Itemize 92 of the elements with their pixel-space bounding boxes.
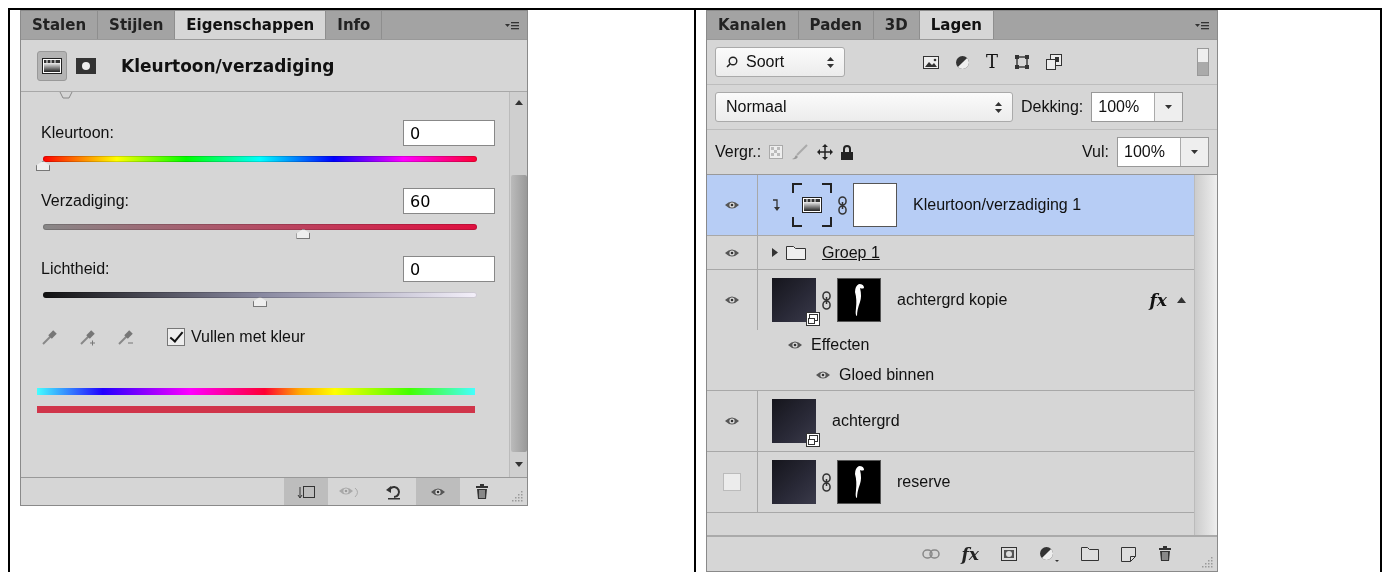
value-field[interactable]: 60	[403, 188, 495, 214]
spinner-arrows-icon	[995, 101, 1002, 113]
eyedropper-icon[interactable]	[41, 328, 59, 346]
new-layer-icon[interactable]	[1121, 546, 1136, 562]
slider-thumb[interactable]	[296, 229, 311, 239]
caret-down-icon	[1165, 105, 1173, 109]
visibility-eye-icon[interactable]	[724, 294, 740, 306]
type-filter-icon[interactable]: T	[986, 53, 998, 71]
scrollbar[interactable]	[509, 92, 527, 477]
new-adjustment-icon[interactable]	[1039, 546, 1059, 562]
slider-label: Lichtheid:	[41, 260, 110, 278]
visibility-eye-icon[interactable]	[724, 415, 740, 427]
link-icon	[822, 472, 831, 492]
effect-eye-icon[interactable]	[815, 369, 831, 381]
fill-value: 100%	[1123, 142, 1166, 162]
slider-thumb[interactable]	[253, 297, 267, 307]
add-mask-icon[interactable]	[1001, 547, 1017, 561]
scrollbar-thumb[interactable]	[510, 175, 527, 452]
fill-field[interactable]: 100%	[1117, 137, 1209, 167]
image-filter-icon[interactable]	[923, 55, 939, 69]
reset-icon	[385, 483, 403, 500]
layer-name: reserve	[897, 473, 951, 491]
panel-title: Kleurtoon/verzadiging	[121, 55, 335, 76]
smart-object-filter-icon[interactable]	[1046, 54, 1062, 70]
value-field[interactable]: 0	[403, 120, 495, 146]
layer-name: Groep 1	[822, 243, 880, 262]
layer-row[interactable]: Kleurtoon/verzadiging 1	[707, 175, 1194, 236]
scroll-down-icon[interactable]	[514, 462, 523, 467]
lock-icon[interactable]	[841, 144, 854, 160]
link-icon	[822, 290, 831, 310]
scrollbar[interactable]	[1194, 175, 1217, 535]
slider-thumb[interactable]	[36, 161, 50, 171]
effects-eye-icon[interactable]	[787, 339, 803, 351]
trash-icon	[475, 483, 489, 500]
slider-thumb-icon	[59, 92, 73, 100]
add-style-button[interactable]: fx	[961, 544, 979, 564]
blend-mode-dropdown[interactable]: Normaal	[715, 92, 1013, 122]
panel-tab[interactable]: Eigenschappen	[175, 11, 327, 39]
new-group-folder-icon[interactable]	[1081, 547, 1099, 561]
dropdown-value: Soort	[746, 53, 786, 71]
move-icon[interactable]	[817, 144, 834, 160]
trash-icon[interactable]	[1158, 546, 1172, 562]
effect-name: Gloed binnen	[839, 366, 935, 384]
panel-menu-icon[interactable]	[505, 20, 519, 30]
opacity-value: 100%	[1097, 97, 1141, 117]
layer-name: achtergrd kopie	[897, 291, 1008, 309]
eyedropper-plus-icon[interactable]	[79, 328, 97, 346]
adjustment-filter-icon[interactable]	[955, 54, 970, 70]
slider-label: Kleurtoon:	[41, 124, 114, 142]
visibility-eye-icon[interactable]	[724, 199, 740, 211]
search-icon	[726, 56, 738, 68]
effects-label: Effecten	[811, 336, 870, 354]
shape-filter-icon[interactable]	[1014, 54, 1030, 70]
opacity-label: Dekking:	[1021, 98, 1084, 116]
checkbox-label: Vullen met kleur	[191, 328, 306, 346]
layer-row[interactable]: achtergrd kopie fx Effecten Gloed binnen	[707, 270, 1194, 391]
visibility-toggle[interactable]	[723, 473, 741, 491]
dropdown-value: Normaal	[726, 98, 788, 116]
resize-grip-icon	[1202, 557, 1213, 568]
value-field[interactable]: 0	[403, 256, 495, 282]
filter-dropdown[interactable]: Soort	[715, 47, 845, 77]
layer-row[interactable]: achtergrd	[707, 391, 1194, 452]
collapsed-triangle-icon[interactable]	[772, 248, 778, 257]
link-icon	[838, 195, 847, 215]
adjustment-icon	[42, 57, 62, 74]
adjustment-mode-button[interactable]	[37, 50, 67, 81]
scroll-up-icon[interactable]	[514, 100, 523, 105]
spinner-arrows-icon	[827, 56, 834, 68]
filter-toggle[interactable]	[1197, 48, 1209, 76]
panel-tab[interactable]: Lagen	[919, 11, 995, 39]
photo-placeholder	[772, 460, 816, 504]
clip-to-layer-button[interactable]	[284, 478, 328, 505]
colorize-checkbox[interactable]: Vullen met kleur	[167, 328, 306, 346]
fill-label: Vul:	[1082, 143, 1109, 161]
slider-label: Verzadiging:	[41, 192, 130, 210]
layer-row[interactable]: reserve	[707, 452, 1194, 513]
collapse-caret-icon[interactable]	[1177, 297, 1186, 303]
layer-name: achtergrd	[832, 412, 900, 430]
resize-grip-icon	[512, 491, 523, 502]
fx-label: fx	[1149, 290, 1167, 310]
lock-label: Vergr.:	[715, 143, 762, 161]
checkbox[interactable]	[167, 328, 185, 346]
caret-down-icon	[1191, 150, 1198, 154]
panel-menu-icon[interactable]	[1195, 20, 1209, 30]
layer-name: Kleurtoon/verzadiging 1	[913, 196, 1082, 214]
opacity-field[interactable]: 100%	[1091, 92, 1184, 122]
mask-icon	[76, 57, 96, 74]
adjustment-icon	[802, 197, 822, 213]
layer-row[interactable]: Groep 1	[707, 236, 1194, 270]
clip-icon	[297, 483, 315, 500]
eyedropper-minus-icon[interactable]	[117, 328, 135, 346]
folder-icon	[786, 245, 806, 260]
